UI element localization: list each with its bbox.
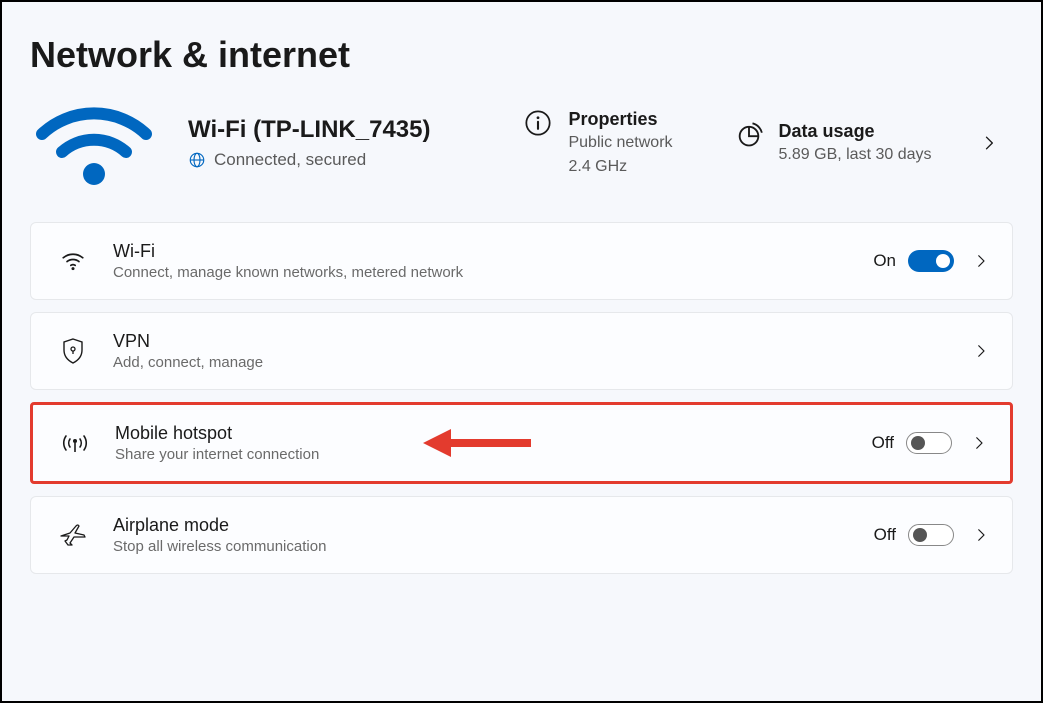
network-name: Wi-Fi (TP-LINK_7435) (188, 116, 430, 144)
wifi-icon (60, 248, 86, 274)
hotspot-sub: Share your internet connection (115, 446, 872, 463)
network-hero: Wi-Fi (TP-LINK_7435) Connected, secured … (30, 98, 1013, 222)
shield-lock-icon (61, 337, 85, 365)
chevron-right-icon (970, 434, 988, 452)
hotspot-icon (61, 430, 89, 456)
properties-line1: Public network (568, 132, 672, 154)
chevron-right-icon (972, 342, 990, 360)
data-usage-block[interactable]: Data usage 5.89 GB, last 30 days (735, 121, 932, 166)
vpn-card[interactable]: VPN Add, connect, manage (30, 312, 1013, 390)
mobile-hotspot-card[interactable]: Mobile hotspot Share your internet conne… (30, 402, 1013, 484)
wifi-title: Wi-Fi (113, 241, 873, 262)
airplane-mode-card[interactable]: Airplane mode Stop all wireless communic… (30, 496, 1013, 574)
globe-icon (188, 151, 206, 169)
airplane-title: Airplane mode (113, 515, 874, 536)
hotspot-toggle[interactable] (906, 432, 952, 454)
wifi-state-label: On (873, 251, 896, 271)
properties-line2: 2.4 GHz (568, 156, 672, 178)
network-status: Connected, secured (188, 150, 430, 170)
airplane-icon (59, 522, 87, 548)
airplane-state-label: Off (874, 525, 896, 545)
chevron-right-icon (972, 526, 990, 544)
data-usage-icon (735, 121, 763, 149)
properties-label: Properties (568, 109, 672, 130)
airplane-toggle[interactable] (908, 524, 954, 546)
network-status-text: Connected, secured (214, 150, 366, 170)
network-info: Wi-Fi (TP-LINK_7435) Connected, secured (188, 116, 430, 170)
wifi-sub: Connect, manage known networks, metered … (113, 264, 873, 281)
chevron-right-icon (972, 252, 990, 270)
data-usage-detail: 5.89 GB, last 30 days (779, 144, 932, 166)
page-title: Network & internet (30, 34, 1013, 76)
info-icon (524, 109, 552, 137)
data-usage-label: Data usage (779, 121, 932, 142)
vpn-title: VPN (113, 331, 972, 352)
vpn-sub: Add, connect, manage (113, 354, 972, 371)
chevron-right-icon[interactable] (979, 133, 999, 153)
hotspot-state-label: Off (872, 433, 894, 453)
wifi-signal-icon (34, 98, 154, 188)
hotspot-title: Mobile hotspot (115, 423, 872, 444)
options-list: Wi-Fi Connect, manage known networks, me… (30, 222, 1013, 574)
airplane-sub: Stop all wireless communication (113, 538, 874, 555)
properties-block[interactable]: Properties Public network 2.4 GHz (524, 109, 672, 177)
wifi-toggle[interactable] (908, 250, 954, 272)
wifi-card[interactable]: Wi-Fi Connect, manage known networks, me… (30, 222, 1013, 300)
